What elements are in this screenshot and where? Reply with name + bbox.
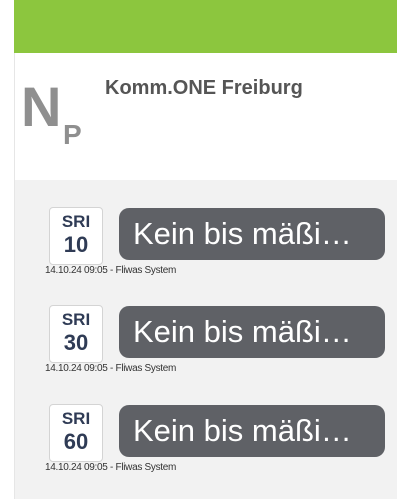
badge-code: SRI	[61, 409, 91, 428]
sri-badge: SRI 30	[49, 305, 103, 363]
badge-value: 30	[63, 330, 89, 355]
badge-code: SRI	[61, 310, 91, 329]
message-item-sri30[interactable]: SRI 30 Kein bis mäßi… 14.10.24 09:05 - F…	[15, 305, 398, 391]
top-accent-bar	[14, 0, 397, 53]
message-bubble[interactable]: Kein bis mäßi…	[119, 208, 385, 260]
logo-letter-n: N	[21, 75, 61, 138]
message-meta: 14.10.24 09:05 - Fliwas System	[45, 462, 177, 473]
sri-badge: SRI 60	[49, 404, 103, 462]
sri-badge: SRI 10	[49, 207, 103, 265]
message-meta: 14.10.24 09:05 - Fliwas System	[45, 363, 177, 374]
message-bubble[interactable]: Kein bis mäßi…	[119, 405, 385, 457]
badge-code: SRI	[61, 212, 91, 231]
left-margin	[0, 0, 14, 499]
badge-value: 60	[63, 429, 89, 454]
badge-value: 10	[63, 232, 89, 257]
message-item-sri10[interactable]: SRI 10 Kein bis mäßi… 14.10.24 09:05 - F…	[15, 207, 398, 293]
message-list: SRI 10 Kein bis mäßi… 14.10.24 09:05 - F…	[14, 180, 397, 499]
message-bubble[interactable]: Kein bis mäßi…	[119, 306, 385, 358]
station-header: N P Komm.ONE Freiburg	[14, 53, 397, 180]
station-logo: N P	[21, 79, 101, 159]
station-name[interactable]: Komm.ONE Freiburg	[105, 77, 303, 100]
app-frame: N P Komm.ONE Freiburg SRI 10 Kein bis mä…	[0, 0, 406, 499]
message-item-sri60[interactable]: SRI 60 Kein bis mäßi… 14.10.24 09:05 - F…	[15, 404, 398, 490]
message-meta: 14.10.24 09:05 - Fliwas System	[45, 265, 177, 276]
right-margin	[397, 0, 406, 499]
logo-letter-p: P	[63, 119, 82, 150]
